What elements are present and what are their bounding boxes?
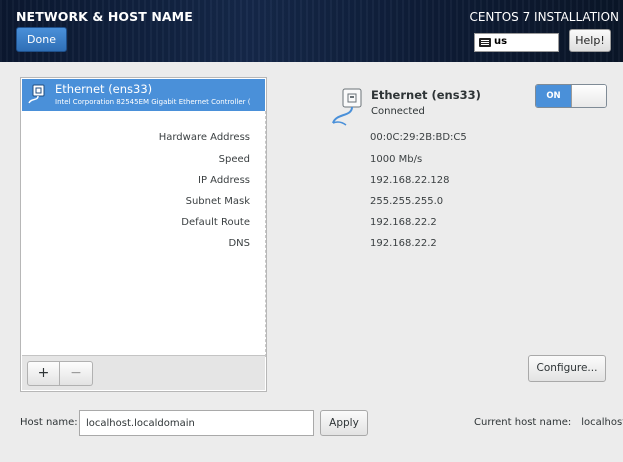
ip-address-label: IP Address: [198, 175, 250, 186]
dns-value: 192.168.22.2: [370, 238, 437, 249]
device-list-item-name: Ethernet (ens33): [55, 82, 153, 96]
default-route-value: 192.168.22.2: [370, 217, 437, 228]
host-name-label: Host name:: [20, 417, 78, 428]
ethernet-port-icon: [28, 84, 45, 104]
device-on-off-toggle[interactable]: ON: [535, 84, 607, 108]
help-button[interactable]: Help!: [569, 29, 611, 52]
add-device-button[interactable]: +: [27, 361, 60, 386]
current-host-name-label: Current host name:: [474, 417, 572, 428]
remove-device-button[interactable]: −: [60, 361, 93, 386]
subnet-mask-value: 255.255.255.0: [370, 196, 444, 207]
keyboard-layout-label: us: [494, 36, 508, 47]
keyboard-icon: [479, 38, 491, 47]
toggle-knob[interactable]: [571, 85, 606, 107]
device-list: Ethernet (ens33) Intel Corporation 82545…: [20, 77, 267, 392]
toggle-on-label: ON: [536, 85, 571, 107]
ethernet-port-icon: [332, 88, 362, 126]
device-name: Ethernet (ens33): [371, 88, 481, 102]
default-route-label: Default Route: [181, 217, 250, 228]
device-list-item-ens33[interactable]: Ethernet (ens33) Intel Corporation 82545…: [22, 79, 265, 111]
connection-status: Connected: [371, 106, 425, 117]
apply-button[interactable]: Apply: [320, 410, 368, 436]
product-title: CENTOS 7 INSTALLATION: [469, 10, 619, 24]
dns-label: DNS: [228, 238, 250, 249]
configure-button[interactable]: Configure...: [528, 355, 606, 382]
host-name-input[interactable]: [79, 410, 314, 436]
device-list-item-description: Intel Corporation 82545EM Gigabit Ethern…: [55, 98, 251, 106]
page-title: NETWORK & HOST NAME: [16, 9, 193, 24]
subnet-mask-label: Subnet Mask: [185, 196, 250, 207]
speed-value: 1000 Mb/s: [370, 154, 423, 165]
list-scrollbar[interactable]: [265, 111, 266, 357]
hardware-address-value: 00:0C:29:2B:BD:C5: [370, 132, 467, 143]
current-host-name: Current host name: localhost: [474, 417, 623, 428]
speed-label: Speed: [218, 154, 250, 165]
keyboard-layout-indicator[interactable]: us: [474, 33, 559, 52]
hardware-address-label: Hardware Address: [158, 132, 250, 143]
ip-address-value: 192.168.22.128: [370, 175, 450, 186]
device-list-toolbar: + −: [22, 355, 265, 390]
done-button[interactable]: Done: [16, 27, 67, 52]
current-host-name-value: localhost: [581, 417, 623, 428]
top-bar: NETWORK & HOST NAME Done CENTOS 7 INSTAL…: [0, 0, 623, 62]
